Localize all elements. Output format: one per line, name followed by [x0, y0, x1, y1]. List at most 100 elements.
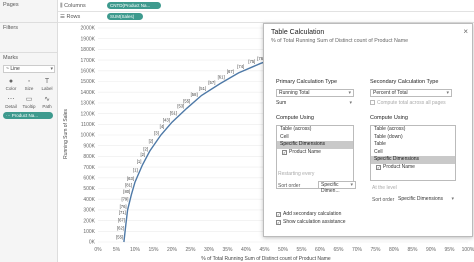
x-tick-label: 80%	[389, 247, 400, 253]
secondary-list-item[interactable]: Table (down)	[371, 134, 455, 142]
data-label: [75]	[248, 59, 255, 64]
y-tick-label: 900K	[83, 143, 95, 149]
mark-button-label: Size	[24, 86, 34, 91]
checkbox-checked-icon: ✓	[276, 220, 281, 225]
x-tick-label: 60%	[315, 247, 326, 253]
x-tick-label: 65%	[333, 247, 344, 253]
show-calculation-assistance-checkbox[interactable]: ✓ Show calculation assistance	[276, 219, 346, 225]
data-label: [53]	[177, 104, 184, 109]
data-label: [61]	[218, 74, 225, 79]
divider	[0, 52, 58, 53]
marks-card-title: Marks	[3, 55, 18, 61]
primary-product-name-checkbox[interactable]: ✓ Product Name	[277, 149, 353, 157]
chevron-down-icon: ▾	[349, 100, 352, 106]
secondary-calc-heading: Secondary Calculation Type	[370, 79, 439, 85]
detail-pill-product-name[interactable]: ⋯ Product Na...	[3, 112, 53, 119]
primary-sort-order-dropdown[interactable]: Specific Dimen... ▾	[318, 181, 356, 194]
dialog-title: Table Calculation	[271, 29, 325, 36]
secondary-list-item[interactable]: Table (across)	[371, 126, 455, 134]
y-tick-label: 1100K	[81, 122, 96, 128]
x-tick-label: 90%	[426, 247, 437, 253]
data-label: [51]	[170, 111, 177, 116]
primary-calc-type-value: Running Total	[279, 90, 310, 96]
filters-card-title: Filters	[3, 25, 18, 31]
add-secondary-calculation-checkbox[interactable]: ✓ Add secondary calculation	[276, 211, 341, 217]
close-icon[interactable]: ×	[463, 27, 468, 36]
primary-list-item[interactable]: Table (across)	[277, 126, 353, 134]
primary-restarting-row: Restarting every	[278, 171, 314, 177]
x-tick-label: 85%	[407, 247, 418, 253]
tooltip-mark-button[interactable]: ▭ Tooltip	[21, 95, 37, 111]
primary-aggregation-dropdown[interactable]: Sum ▾	[276, 99, 354, 107]
x-tick-label: 50%	[278, 247, 289, 253]
rows-pill[interactable]: SUM(Sales)	[107, 13, 143, 20]
mark-type-dropdown[interactable]: ~ Line ▾	[3, 65, 55, 73]
color-mark-button[interactable]: ● Color	[3, 77, 19, 93]
primary-compute-using-list[interactable]: Table (across) Cell Specific Dimensions ✓ Pr…	[276, 125, 354, 189]
y-tick-label: 1300K	[81, 101, 96, 107]
secondary-calc-type-value: Percent of Total	[373, 90, 408, 96]
y-tick-label: 200K	[83, 218, 95, 224]
pages-card-title: Pages	[3, 2, 19, 8]
data-label: [3]	[154, 131, 159, 136]
data-label: [55]	[183, 98, 190, 103]
primary-sort-order-label: Sort order	[278, 183, 301, 189]
x-tick-label: 100%	[462, 247, 474, 253]
checkbox-label: Product Name	[289, 148, 321, 155]
secondary-sort-order-dropdown[interactable]: Specific Dimensions ▾	[398, 195, 456, 203]
data-label: [81]	[125, 183, 132, 188]
secondary-at-level-row: At the level	[372, 185, 397, 191]
path-mark-button[interactable]: ∿ Path	[39, 95, 55, 111]
primary-calc-type-dropdown[interactable]: Running Total ▾	[276, 89, 354, 97]
secondary-compute-using-list[interactable]: Table (across) Table (down) Table Cell Speci…	[370, 125, 456, 181]
columns-shelf-text: Columns	[64, 3, 86, 9]
secondary-list-item[interactable]: Specific Dimensions	[371, 156, 455, 164]
size-mark-button[interactable]: ◦ Size	[21, 77, 37, 93]
y-tick-label: 1700K	[81, 58, 96, 64]
secondary-product-name-checkbox[interactable]: ✓ Product Name	[371, 164, 455, 172]
chevron-down-icon: ▾	[451, 196, 454, 202]
mark-button-label: Path	[42, 104, 52, 109]
secondary-list-item[interactable]: Table	[371, 141, 455, 149]
data-label: [80]	[123, 189, 130, 194]
data-label: [79]	[121, 196, 128, 201]
x-tick-label: 0%	[94, 247, 102, 253]
color-icon: ●	[8, 78, 14, 85]
x-tick-label: 20%	[167, 247, 178, 253]
mark-button-label: Color	[5, 86, 17, 91]
mark-type-value: Line	[10, 66, 20, 72]
compute-total-across-pages-checkbox[interactable]: Compute total across all pages	[370, 100, 446, 106]
secondary-calc-type-dropdown[interactable]: Percent of Total ▾	[370, 89, 452, 97]
data-label: [62]	[117, 226, 124, 231]
data-label: [67]	[118, 217, 125, 222]
x-tick-label: 70%	[352, 247, 363, 253]
y-tick-label: 1600K	[81, 69, 96, 75]
data-label: [51]	[199, 86, 206, 91]
chevron-down-icon: ▾	[446, 90, 449, 96]
primary-restarting-label: Restarting every	[278, 171, 315, 177]
x-tick-label: 55%	[296, 247, 307, 253]
data-label: [76]	[120, 204, 127, 209]
y-tick-label: 600K	[83, 176, 95, 182]
mark-button-label: Label	[41, 86, 53, 91]
columns-pill[interactable]: CNTD(Product Na...	[107, 2, 161, 9]
x-tick-label: 95%	[444, 247, 455, 253]
data-label: [55]	[116, 234, 123, 239]
x-tick-label: 25%	[185, 247, 196, 253]
chevron-down-icon: ▾	[50, 66, 53, 72]
data-label: [4]	[160, 124, 165, 129]
mark-button-label: Tooltip	[22, 104, 36, 109]
y-tick-label: 1400K	[81, 90, 96, 96]
y-tick-label: 100K	[83, 229, 95, 235]
dialog-subtitle: % of Total Running Sum of Distinct count…	[271, 38, 409, 44]
y-tick-label: 500K	[83, 186, 95, 192]
detail-icon: ⋯	[7, 96, 15, 103]
x-tick-label: 35%	[222, 247, 233, 253]
y-tick-label: 0K	[89, 240, 96, 246]
primary-list-item[interactable]: Specific Dimensions	[277, 141, 353, 149]
secondary-list-item[interactable]: Cell	[371, 149, 455, 157]
primary-list-item[interactable]: Cell	[277, 134, 353, 142]
label-mark-button[interactable]: T Label	[39, 77, 55, 93]
detail-mark-button[interactable]: ⋯ Detail	[3, 95, 19, 111]
table-calculation-dialog: Table Calculation × % of Total Running S…	[263, 23, 473, 237]
